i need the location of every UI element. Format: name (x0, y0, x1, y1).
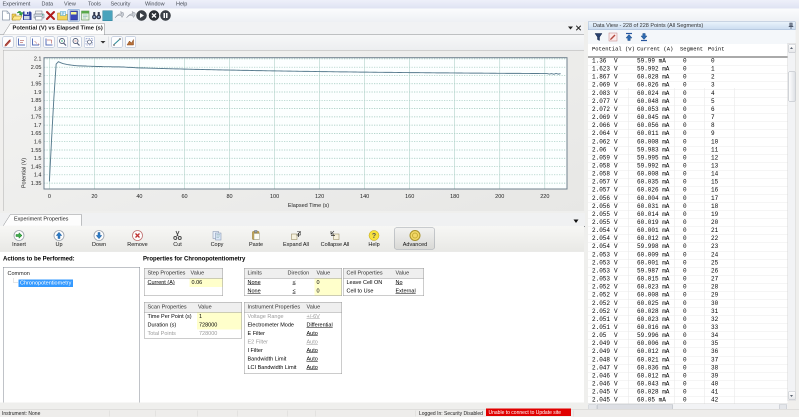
svg-text:140: 140 (360, 194, 369, 200)
svg-text:Potential (V): Potential (V) (22, 158, 28, 188)
svg-text:1.35: 1.35 (31, 181, 42, 187)
svg-text:200: 200 (495, 194, 504, 200)
svg-text:Elapsed Time (s): Elapsed Time (s) (288, 203, 329, 209)
svg-text:60: 60 (181, 194, 187, 200)
svg-text:80: 80 (226, 194, 232, 200)
svg-text:2.1: 2.1 (34, 57, 42, 63)
svg-text:40: 40 (136, 194, 142, 200)
svg-text:1.95: 1.95 (31, 82, 42, 88)
svg-text:1.65: 1.65 (31, 131, 42, 137)
svg-text:?: ? (372, 233, 376, 240)
svg-text:1.55: 1.55 (31, 148, 42, 154)
svg-text:120: 120 (315, 194, 324, 200)
svg-text:1.7: 1.7 (34, 123, 42, 129)
svg-text:180: 180 (450, 194, 459, 200)
svg-text:1.6: 1.6 (34, 139, 42, 145)
svg-text:1.5: 1.5 (34, 156, 42, 162)
svg-text:1.45: 1.45 (31, 164, 42, 170)
svg-text:1.8: 1.8 (34, 106, 42, 112)
svg-text:220: 220 (540, 194, 549, 200)
svg-text:1.9: 1.9 (34, 90, 42, 96)
svg-text:1.4: 1.4 (34, 173, 42, 179)
svg-text:1.75: 1.75 (31, 115, 42, 121)
svg-text:1.85: 1.85 (31, 98, 42, 104)
svg-text:0: 0 (48, 194, 51, 200)
svg-text:100: 100 (270, 194, 279, 200)
svg-text:2.05: 2.05 (31, 65, 42, 71)
svg-text:2: 2 (38, 73, 41, 79)
svg-text:160: 160 (405, 194, 414, 200)
svg-text:20: 20 (91, 194, 97, 200)
